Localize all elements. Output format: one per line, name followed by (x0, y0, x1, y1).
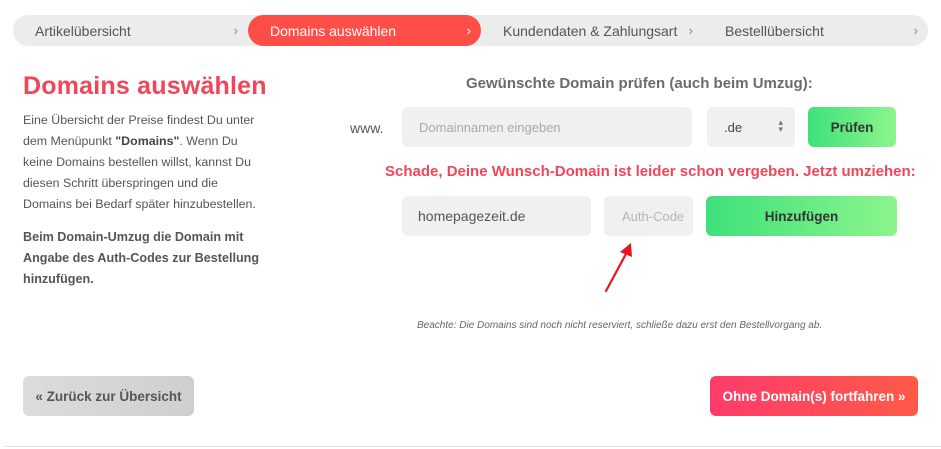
www-prefix: www. (350, 120, 384, 136)
domains-menu-reference: "Domains" (115, 134, 180, 148)
checkout-progress: Artikelübersicht › Domains auswählen › K… (13, 15, 928, 46)
annotation-arrow-icon (604, 243, 632, 293)
chevron-right-icon: › (233, 23, 238, 38)
domain-input-placeholder: Domainnamen eingeben (419, 119, 561, 135)
check-domain-button[interactable]: Prüfen (808, 107, 896, 147)
continue-without-domains-button[interactable]: Ohne Domain(s) fortfahren » (710, 376, 918, 416)
domain-check-title: Gewünschte Domain prüfen (auch beim Umzu… (466, 75, 813, 92)
chevron-right-icon: › (466, 23, 471, 38)
step-bestelluebersicht[interactable]: Bestellübersicht › (703, 15, 928, 46)
back-to-overview-button[interactable]: « Zurück zur Übersicht (23, 376, 194, 416)
domain-taken-message: Schade, Deine Wunsch-Domain ist leider s… (385, 163, 916, 180)
domain-search-input[interactable]: Domainnamen eingeben (402, 107, 692, 147)
transfer-hint: Beim Domain-Umzug die Domain mit Angabe … (23, 230, 260, 286)
domain-result-field: homepagezeit.de (402, 196, 591, 236)
select-updown-icon: ▴ ▾ (778, 117, 783, 134)
reservation-note: Beachte: Die Domains sind noch nicht res… (417, 320, 823, 331)
page-title: Domains auswählen (23, 72, 267, 100)
auth-code-input[interactable]: Auth-Code (604, 196, 693, 236)
step-label: Bestellübersicht (725, 22, 824, 39)
step-artikeluebersicht[interactable]: Artikelübersicht › (13, 15, 248, 46)
step-label: Kundendaten & Zahlungsart (503, 22, 678, 39)
auth-code-placeholder: Auth-Code (622, 208, 685, 224)
tld-selected-value: .de (724, 119, 743, 135)
step-label: Artikelübersicht (35, 22, 131, 39)
tld-select[interactable]: .de ▴ ▾ (707, 107, 795, 147)
step-domains-auswaehlen[interactable]: Domains auswählen › (248, 15, 481, 46)
step-kundendaten[interactable]: Kundendaten & Zahlungsart › (481, 15, 703, 46)
domain-result-value: homepagezeit.de (418, 208, 526, 224)
chevron-right-icon: › (913, 23, 918, 38)
sidebar-description: Eine Übersicht der Preise findest Du unt… (23, 110, 258, 215)
chevron-right-icon: › (688, 23, 693, 38)
add-domain-button[interactable]: Hinzufügen (706, 196, 897, 236)
footer-divider (4, 446, 941, 447)
step-label: Domains auswählen (270, 22, 397, 39)
